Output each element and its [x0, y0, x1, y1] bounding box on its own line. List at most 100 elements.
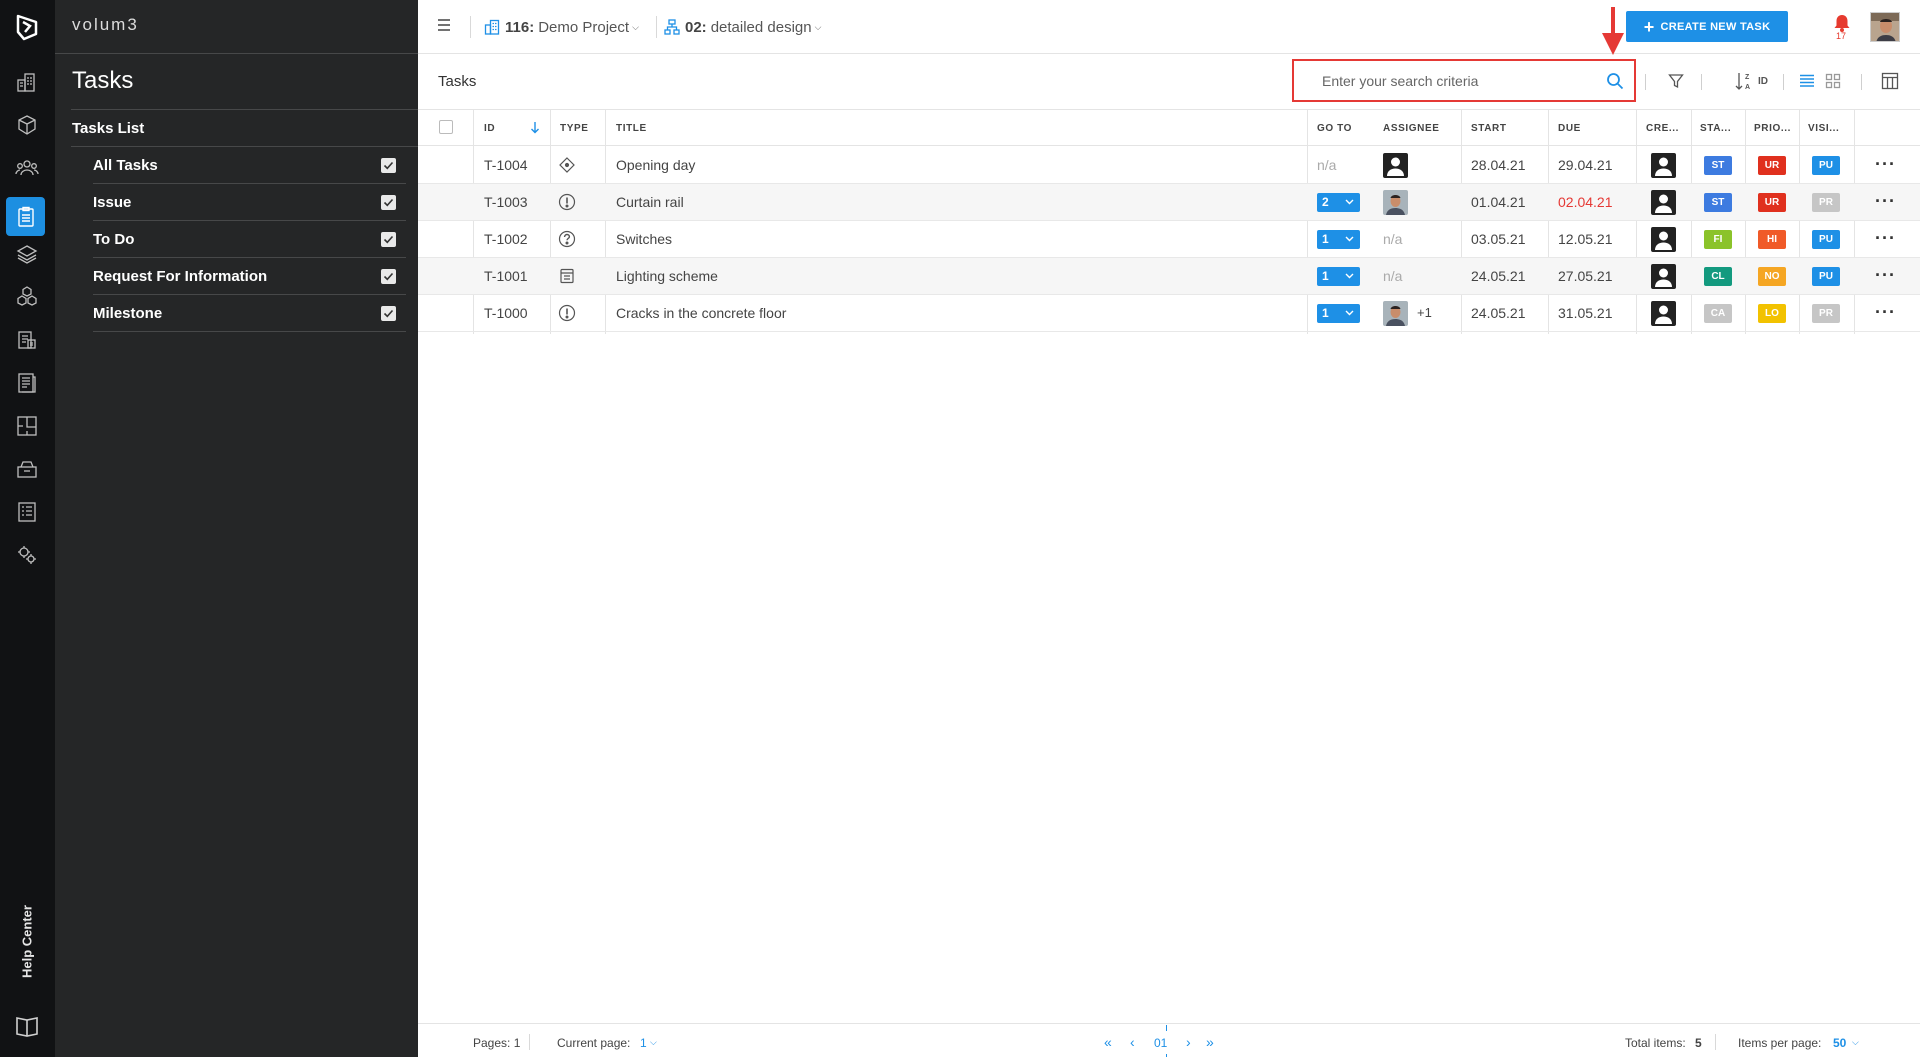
plus-icon: + — [1643, 16, 1655, 37]
table-footer: Pages: 1 Current page: 1 ⌵ « ‹ 01 › » To… — [418, 1023, 1920, 1057]
go-to-dropdown[interactable]: 1 — [1317, 267, 1360, 286]
project-name: Demo Project — [538, 18, 630, 36]
team-icon[interactable] — [13, 154, 41, 182]
previous-page-icon[interactable]: ‹ — [1130, 1034, 1135, 1050]
reports-icon[interactable] — [13, 369, 41, 397]
current-page-select[interactable]: 1 — [640, 1036, 647, 1050]
models-icon[interactable] — [13, 111, 41, 139]
items-per-page-select[interactable]: 50 — [1833, 1036, 1846, 1050]
go-to-value: n/a — [1317, 157, 1337, 173]
help-center-label: Help Center — [19, 905, 35, 978]
task-title[interactable]: Cracks in the concrete floor — [616, 305, 786, 321]
icon-rail: Help Center — [0, 0, 55, 1057]
column-assignee[interactable]: ASSIGNEE — [1383, 123, 1439, 134]
assignee-placeholder-avatar — [1383, 153, 1408, 178]
column-creator[interactable]: CRE... — [1646, 123, 1679, 134]
table-row[interactable]: T-1003 Curtain rail 2 01.04.21 02.04.21 … — [418, 184, 1920, 221]
documents-icon[interactable] — [13, 326, 41, 354]
column-status[interactable]: STA... — [1700, 123, 1731, 134]
question-icon — [558, 230, 576, 248]
chevron-down-icon[interactable]: ⌵ — [650, 1037, 657, 1048]
go-to-dropdown[interactable]: 2 — [1317, 193, 1360, 212]
search-icon[interactable] — [1606, 72, 1624, 90]
book-icon[interactable] — [13, 1012, 41, 1040]
list-view-button[interactable] — [1796, 70, 1818, 92]
search-input[interactable] — [1322, 71, 1602, 91]
column-start[interactable]: START — [1471, 123, 1507, 134]
pager-current-page[interactable]: 01 — [1154, 1036, 1167, 1050]
notifications-button[interactable]: 17 — [1831, 13, 1853, 41]
column-visibility[interactable]: VISI... — [1808, 123, 1839, 134]
assignee-photo-avatar — [1383, 301, 1408, 326]
first-page-icon[interactable]: « — [1104, 1034, 1112, 1050]
task-title[interactable]: Lighting scheme — [616, 268, 718, 284]
table-row[interactable]: T-1000 Cracks in the concrete floor 1 +1… — [418, 295, 1920, 332]
chevron-down-icon[interactable]: ⌵ — [1852, 1037, 1859, 1048]
task-title[interactable]: Opening day — [616, 157, 695, 173]
phase-icon — [664, 19, 680, 35]
table-row[interactable]: T-1002 Switches 1 n/a 03.05.21 12.05.21 … — [418, 221, 1920, 258]
visibility-badge: PR — [1812, 304, 1840, 323]
checklist-icon[interactable] — [13, 498, 41, 526]
column-priority[interactable]: PRIO... — [1754, 123, 1791, 134]
task-title[interactable]: Switches — [616, 231, 672, 247]
volum3-logo-icon[interactable] — [12, 12, 42, 42]
more-options-icon[interactable]: ··· — [1875, 266, 1896, 284]
columns-button[interactable] — [1879, 70, 1901, 92]
filter-checkbox[interactable] — [381, 232, 396, 247]
more-options-icon[interactable]: ··· — [1875, 192, 1896, 210]
filter-checkbox[interactable] — [381, 306, 396, 321]
create-new-task-button[interactable]: + CREATE NEW TASK — [1626, 11, 1788, 42]
floorplan-icon[interactable] — [13, 412, 41, 440]
filter-checkbox[interactable] — [381, 269, 396, 284]
sidebar-item-milestone[interactable]: Milestone — [93, 295, 406, 332]
phase-selector[interactable]: 02: detailed design ⌵ — [664, 16, 821, 38]
project-selector[interactable]: 116: Demo Project ⌵ — [484, 16, 639, 38]
more-options-icon[interactable]: ··· — [1875, 229, 1896, 247]
column-type[interactable]: TYPE — [560, 123, 589, 134]
more-options-icon[interactable]: ··· — [1875, 303, 1896, 321]
task-title[interactable]: Curtain rail — [616, 194, 684, 210]
buildings-icon[interactable] — [13, 68, 41, 96]
go-to-dropdown[interactable]: 1 — [1317, 230, 1360, 249]
inventory-icon[interactable] — [13, 455, 41, 483]
go-to-dropdown[interactable]: 1 — [1317, 304, 1360, 323]
user-avatar[interactable] — [1870, 12, 1900, 42]
search-box[interactable] — [1292, 59, 1636, 102]
column-due[interactable]: DUE — [1558, 123, 1581, 134]
sidebar-item-all-tasks[interactable]: All Tasks — [93, 147, 406, 184]
column-title[interactable]: TITLE — [616, 123, 647, 134]
start-date: 03.05.21 — [1471, 231, 1526, 247]
menu-icon[interactable] — [437, 18, 451, 32]
sort-arrow-down-icon[interactable] — [530, 121, 540, 134]
sidebar-item-rfi[interactable]: Request For Information — [93, 258, 406, 295]
sidebar-item-issue[interactable]: Issue — [93, 184, 406, 221]
column-id[interactable]: ID — [484, 123, 495, 134]
sort-button[interactable]: ZA ID — [1734, 70, 1768, 92]
sidebar-item-label: All Tasks — [93, 157, 158, 174]
settings-icon[interactable] — [13, 541, 41, 569]
filter-checkbox[interactable] — [381, 195, 396, 210]
start-date: 01.04.21 — [1471, 194, 1526, 210]
last-page-icon[interactable]: » — [1206, 1034, 1214, 1050]
assignee-photo-avatar — [1383, 190, 1408, 215]
sidebar-item-to-do[interactable]: To Do — [93, 221, 406, 258]
filter-checkbox[interactable] — [381, 158, 396, 173]
next-page-icon[interactable]: › — [1186, 1034, 1191, 1050]
components-icon[interactable] — [13, 283, 41, 311]
tasks-icon[interactable] — [6, 197, 45, 236]
table-row[interactable]: T-1004 Opening day n/a 28.04.21 29.04.21… — [418, 147, 1920, 184]
help-center-link[interactable]: Help Center — [16, 900, 38, 990]
filter-button[interactable] — [1665, 70, 1687, 92]
select-all-checkbox[interactable] — [439, 120, 453, 134]
layers-icon[interactable] — [13, 240, 41, 268]
filter-icon — [1668, 74, 1684, 89]
table-row[interactable]: T-1001 Lighting scheme 1 n/a 24.05.21 27… — [418, 258, 1920, 295]
issue-icon — [558, 193, 576, 211]
sidebar-item-label: To Do — [93, 231, 135, 248]
more-options-icon[interactable]: ··· — [1875, 155, 1896, 173]
grid-view-button[interactable] — [1822, 70, 1844, 92]
start-date: 28.04.21 — [1471, 157, 1526, 173]
column-go-to[interactable]: GO TO — [1317, 123, 1352, 134]
priority-badge: NO — [1758, 267, 1786, 286]
